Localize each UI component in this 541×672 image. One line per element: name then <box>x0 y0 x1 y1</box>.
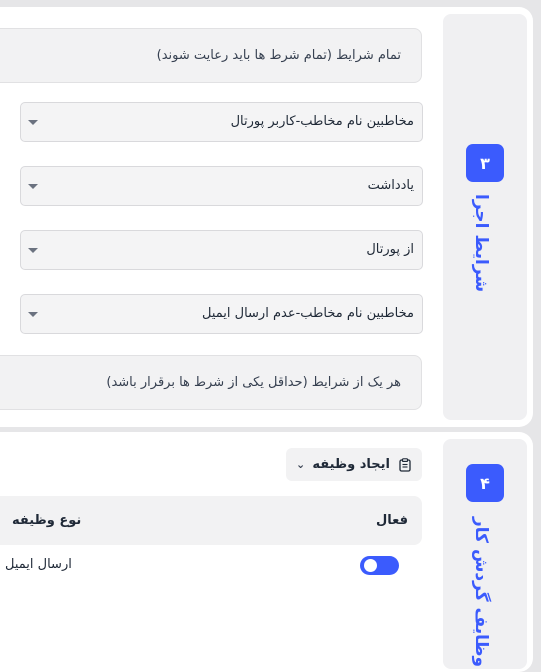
task-type-cell: ارسال ایمیل <box>5 557 72 572</box>
condition-select-3[interactable]: از پورتال <box>20 230 423 270</box>
create-task-label: ایجاد وظیفه <box>312 457 390 472</box>
condition-select-3-value: از پورتال <box>366 242 414 257</box>
toggle-knob <box>364 559 377 572</box>
clipboard-icon <box>399 457 411 472</box>
column-header-active[interactable]: فعال <box>376 496 408 545</box>
step-4-number-badge: ۴ <box>466 464 504 502</box>
all-conditions-label: تمام شرایط (تمام شرط ها باید رعایت شوند) <box>156 48 401 63</box>
step-4-rail: ۴ وظایف گردش کار <box>443 439 527 669</box>
tasks-table-header: فعال نوع وظیفه <box>0 496 422 545</box>
any-conditions-group[interactable]: هر یک از شرایط (حداقل یکی از شرط ها برقر… <box>0 355 422 410</box>
column-header-task-type[interactable]: نوع وظیفه <box>12 496 81 545</box>
chevron-down-icon <box>28 120 38 125</box>
condition-select-2[interactable]: یادداشت <box>20 166 423 206</box>
condition-select-2-value: یادداشت <box>367 178 414 193</box>
chevron-down-icon <box>28 184 38 189</box>
condition-select-4[interactable]: مخاطبین نام مخاطب-عدم ارسال ایمیل <box>20 294 423 334</box>
step-3-number-badge: ۳ <box>466 144 504 182</box>
chevron-down-icon <box>28 248 38 253</box>
step-3-title: شرایط اجرا <box>471 194 491 293</box>
chevron-down-icon <box>28 312 38 317</box>
create-task-button[interactable]: ⌄ ایجاد وظیفه <box>286 448 422 481</box>
all-conditions-group[interactable]: تمام شرایط (تمام شرط ها باید رعایت شوند) <box>0 28 422 83</box>
chevron-down-icon: ⌄ <box>296 458 306 471</box>
step-4-title: وظایف گردش کار <box>471 517 491 668</box>
task-active-toggle[interactable] <box>360 556 399 575</box>
condition-select-4-value: مخاطبین نام مخاطب-عدم ارسال ایمیل <box>201 306 414 321</box>
condition-select-1[interactable]: مخاطبین نام مخاطب-کاربر پورتال <box>20 102 423 142</box>
condition-select-1-value: مخاطبین نام مخاطب-کاربر پورتال <box>230 114 414 129</box>
any-conditions-label: هر یک از شرایط (حداقل یکی از شرط ها برقر… <box>106 375 401 390</box>
step-3-rail: ۳ شرایط اجرا <box>443 14 527 420</box>
